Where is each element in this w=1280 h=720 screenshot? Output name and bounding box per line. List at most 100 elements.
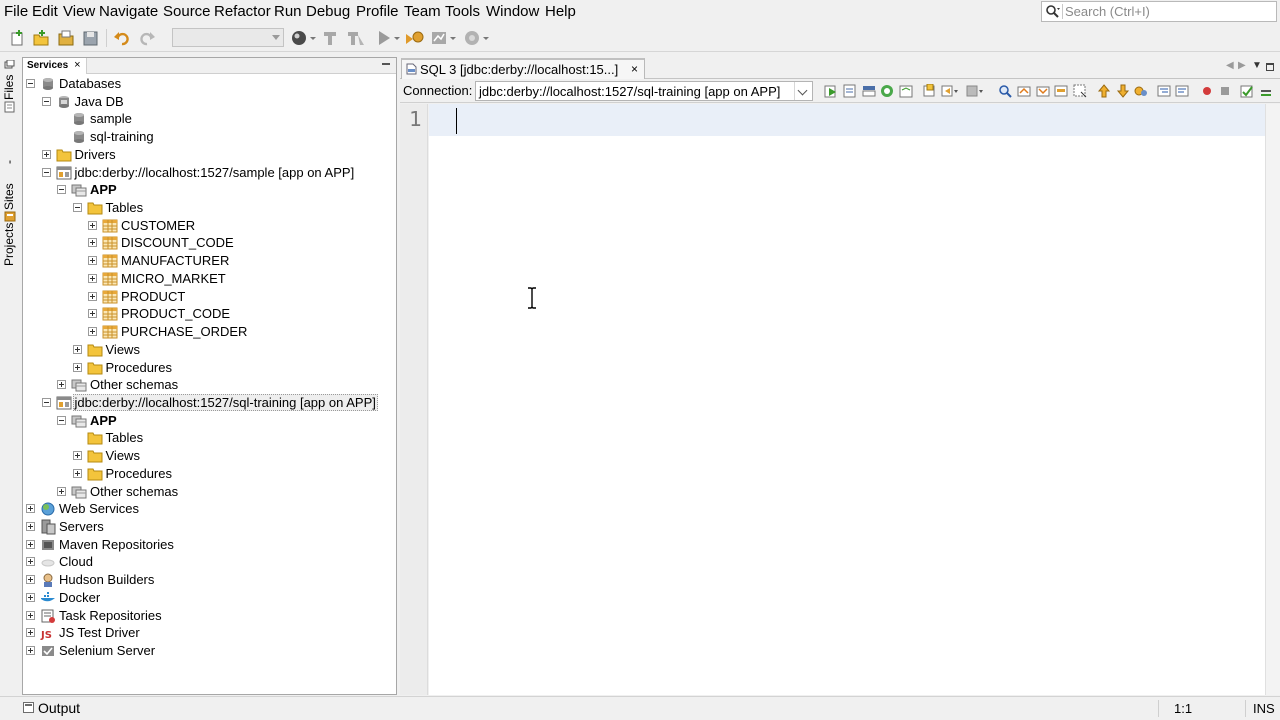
maximize-icon[interactable] <box>1266 63 1274 71</box>
tree-item[interactable]: Drivers <box>23 146 396 163</box>
quick-search[interactable] <box>1041 1 1277 22</box>
collapse-icon[interactable] <box>72 203 82 213</box>
tree-item[interactable]: Selenium Server <box>23 642 396 659</box>
expand-icon[interactable] <box>88 291 97 301</box>
find-previous-icon[interactable] <box>1017 84 1031 98</box>
tree-item[interactable]: Views <box>23 341 396 358</box>
new-project-icon[interactable] <box>32 29 50 47</box>
projects-tab[interactable]: Projects <box>2 223 16 266</box>
sql-editor[interactable] <box>429 104 1265 695</box>
collapse-icon[interactable] <box>41 397 51 407</box>
menu-team[interactable]: Team <box>404 3 441 21</box>
search-input[interactable] <box>1065 3 1273 20</box>
expand-icon[interactable] <box>26 522 35 531</box>
expand-icon[interactable] <box>88 256 97 266</box>
close-icon[interactable]: × <box>74 59 80 71</box>
menu-refactor[interactable]: Refactor <box>214 3 271 21</box>
sites-tab[interactable]: Sites <box>2 183 16 210</box>
search-icon[interactable] <box>1045 4 1061 20</box>
find-icon[interactable] <box>998 84 1012 98</box>
tree-item[interactable]: sql-training <box>23 128 396 145</box>
select-connection-icon[interactable] <box>862 84 876 98</box>
more-tools-icon[interactable] <box>1259 84 1273 98</box>
expand-icon[interactable] <box>26 539 35 549</box>
expand-icon[interactable] <box>26 575 35 585</box>
debug-project-icon[interactable] <box>404 29 424 47</box>
tree-item[interactable]: PRODUCT <box>23 288 396 305</box>
expand-icon[interactable] <box>26 504 35 514</box>
tree-item[interactable]: Web Services <box>23 500 396 517</box>
menu-debug[interactable]: Debug <box>306 3 350 21</box>
open-sql-history-icon[interactable] <box>899 84 913 98</box>
last-edit-icon[interactable] <box>922 83 936 98</box>
previous-bookmark-icon[interactable] <box>1097 84 1111 98</box>
back-icon[interactable] <box>941 84 958 98</box>
forward-icon[interactable] <box>966 84 983 98</box>
tree-item[interactable]: Docker <box>23 589 396 606</box>
vertical-scrollbar[interactable] <box>1265 104 1280 695</box>
menu-help[interactable]: Help <box>545 3 576 21</box>
start-macro-icon[interactable] <box>1200 84 1214 98</box>
expand-icon[interactable] <box>88 238 97 248</box>
find-next-icon[interactable] <box>1036 84 1050 98</box>
menu-file[interactable]: File <box>4 3 28 21</box>
minimize-icon[interactable] <box>382 63 390 65</box>
expand-icon[interactable] <box>26 628 35 638</box>
run-statement-icon[interactable] <box>843 84 857 98</box>
expand-icon[interactable] <box>72 344 82 354</box>
expand-icon[interactable] <box>72 468 82 478</box>
find-selection-icon[interactable] <box>1054 84 1068 98</box>
tree-item[interactable]: Other schemas <box>23 483 396 500</box>
projects-tab-icon[interactable] <box>4 210 16 222</box>
open-project-icon[interactable] <box>57 29 75 47</box>
collapse-icon[interactable] <box>57 185 66 195</box>
expand-icon[interactable] <box>26 557 35 567</box>
pin-icon[interactable] <box>4 58 15 69</box>
execution-history-icon[interactable] <box>880 84 894 98</box>
collapse-icon[interactable] <box>41 167 51 177</box>
tree-item[interactable]: PRODUCT_CODE <box>23 305 396 322</box>
chevron-down-icon[interactable] <box>794 82 812 100</box>
tree-item[interactable]: Views <box>23 447 396 464</box>
tree-item[interactable]: sample <box>23 110 396 127</box>
build-target-icon[interactable] <box>290 29 316 47</box>
tree-item[interactable]: Tables <box>23 429 396 446</box>
expand-icon[interactable] <box>88 273 97 283</box>
check-icon[interactable] <box>1240 84 1254 98</box>
expand-icon[interactable] <box>26 646 35 656</box>
expand-icon[interactable] <box>57 486 66 496</box>
tree-item[interactable]: Tables <box>23 199 396 216</box>
tab-services[interactable]: Services × <box>23 58 87 74</box>
tree-item[interactable]: Maven Repositories <box>23 536 396 553</box>
tree-item[interactable]: JS JS Test Driver <box>23 624 396 641</box>
tree-item[interactable]: DISCOUNT_CODE <box>23 234 396 251</box>
tree-item[interactable]: Java DB <box>23 93 396 110</box>
next-bookmark-icon[interactable] <box>1116 84 1130 98</box>
menu-run[interactable]: Run <box>274 3 302 21</box>
expand-icon[interactable] <box>88 309 97 319</box>
tree-item[interactable]: Other schemas <box>23 376 396 393</box>
tree-item[interactable]: Servers <box>23 518 396 535</box>
close-icon[interactable]: × <box>631 62 638 76</box>
profile-project-icon[interactable] <box>430 29 456 47</box>
expand-icon[interactable] <box>26 592 35 602</box>
redo-icon[interactable] <box>138 29 156 47</box>
collapse-icon[interactable] <box>26 79 35 88</box>
tree-item[interactable]: jdbc:derby://localhost:1527/sql-training… <box>23 393 396 411</box>
files-tab-icon[interactable] <box>4 101 16 113</box>
attach-debugger-icon[interactable] <box>463 29 489 47</box>
shift-left-icon[interactable] <box>1157 84 1171 98</box>
expand-icon[interactable] <box>41 149 51 159</box>
tree-item[interactable]: APP <box>23 412 396 429</box>
output-tab[interactable]: Output <box>38 700 80 716</box>
expand-icon[interactable] <box>88 327 97 337</box>
show-opened-documents-icon[interactable]: ▼ <box>1252 60 1262 71</box>
menu-source[interactable]: Source <box>163 3 211 21</box>
new-file-icon[interactable] <box>9 29 27 47</box>
tree-item[interactable]: Task Repositories <box>23 607 396 624</box>
menu-edit[interactable]: Edit <box>32 3 58 21</box>
scroll-tabs-left-icon[interactable]: ◀ <box>1226 60 1234 71</box>
tree-item[interactable]: Cloud <box>23 553 396 570</box>
run-sql-icon[interactable] <box>824 84 838 98</box>
menu-navigate[interactable]: Navigate <box>99 3 158 21</box>
